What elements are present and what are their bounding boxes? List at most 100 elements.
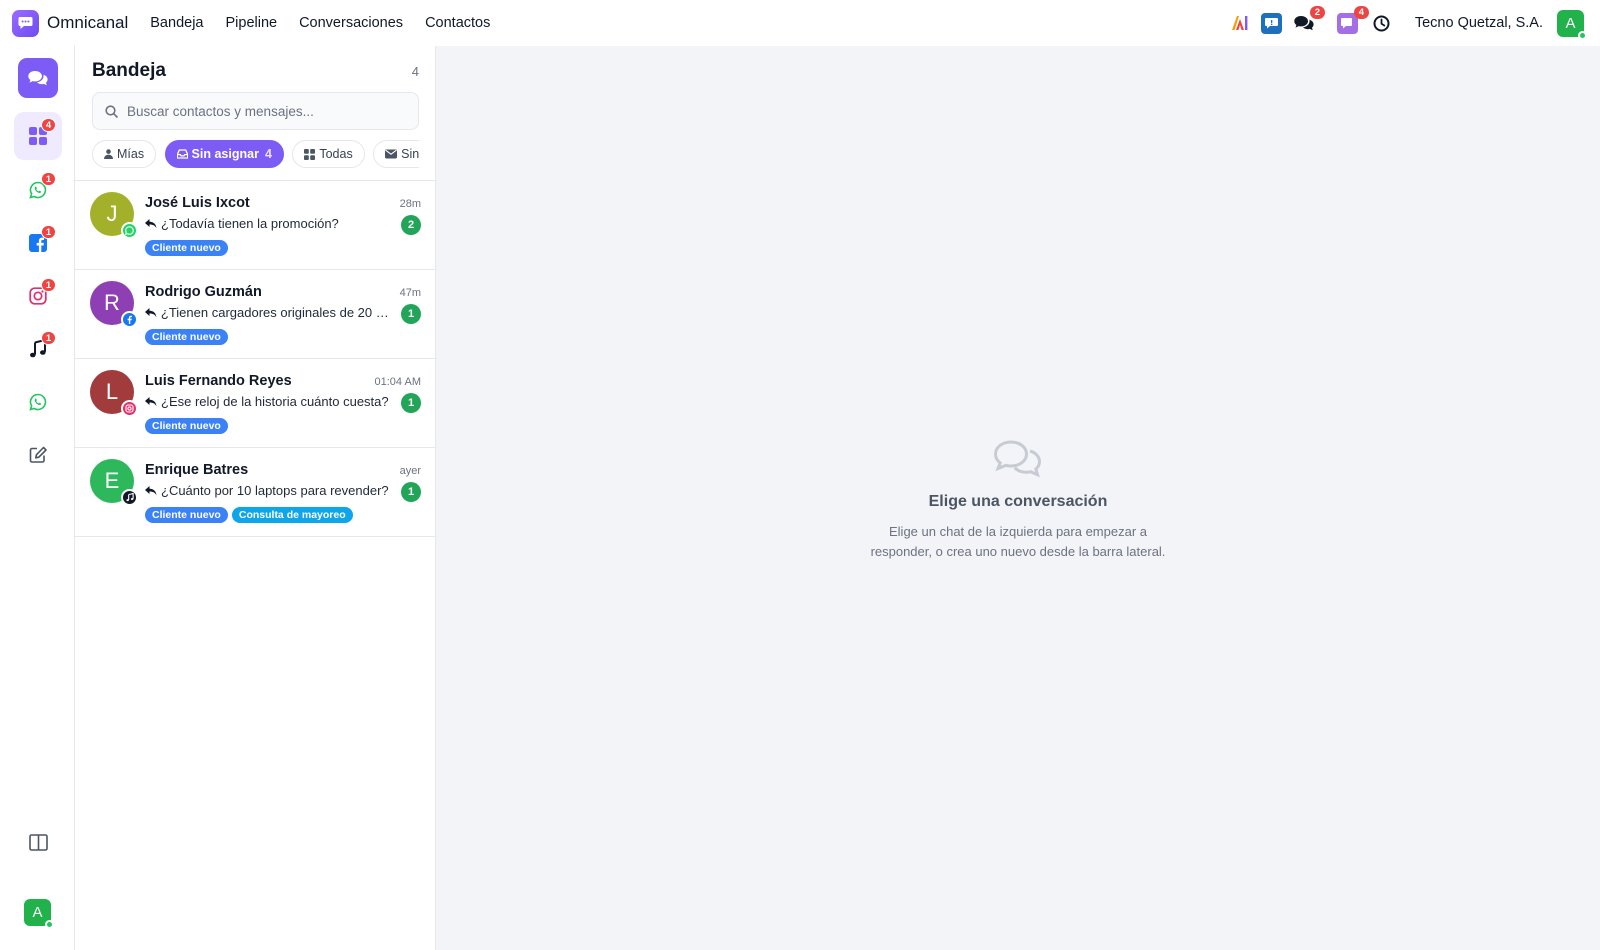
conversation-item[interactable]: J José Luis Ixcot 28m ¿Todavía tienen la… — [75, 181, 436, 270]
contact-name: Luis Fernando Reyes — [145, 373, 292, 389]
rail-instagram-badge: 1 — [41, 278, 56, 292]
search-icon — [105, 104, 118, 118]
ai-icon[interactable] — [1229, 12, 1251, 34]
user-avatar-letter: A — [1565, 14, 1576, 32]
inbox-tray-icon — [176, 149, 188, 159]
contact-name: Enrique Batres — [145, 462, 249, 478]
contact-avatar: J — [90, 192, 138, 239]
unread-count: 1 — [401, 304, 421, 324]
last-message: ¿Tienen cargadores originales de 20 W? — [145, 305, 393, 320]
tag-list: Cliente nuevo Consulta de mayoreo — [145, 507, 357, 523]
contact-avatar: R — [90, 281, 138, 328]
unread-count: 2 — [401, 215, 421, 235]
compose-icon — [29, 446, 47, 463]
rail-tiktok-badge: 1 — [41, 331, 56, 345]
comments-badge: 2 — [1309, 6, 1325, 19]
last-message-text: ¿Tienen cargadores originales de 20 W? — [160, 305, 393, 320]
brand[interactable]: Omnicanal — [12, 9, 129, 37]
rail-whatsapp[interactable]: 1 — [14, 166, 62, 214]
rail-tiktok[interactable]: 1 — [14, 325, 62, 373]
search-input[interactable] — [127, 103, 407, 119]
filter-sin-leer[interactable]: Sin l — [373, 140, 419, 168]
assistant-icon[interactable]: 4 — [1337, 6, 1369, 34]
conversation-item[interactable]: L Luis Fernando Reyes 01:04 AM ¿Ese relo… — [75, 359, 436, 448]
nav-contactos[interactable]: Contactos — [425, 15, 490, 31]
avatar-initial: R — [104, 290, 120, 315]
contact-name: Rodrigo Guzmán — [145, 284, 262, 300]
comments-icon — [993, 440, 1042, 478]
inbox-title: Bandeja — [92, 60, 166, 81]
filter-sin-asignar[interactable]: Sin asignar 4 — [164, 140, 284, 168]
rail-facebook-badge: 1 — [41, 225, 56, 239]
filter-todas[interactable]: Todas — [292, 140, 365, 168]
last-message-text: ¿Cuánto por 10 laptops para revender? — [161, 483, 389, 498]
conversation-time: ayer — [399, 465, 421, 477]
rail-facebook[interactable]: 1 — [14, 219, 62, 267]
rail-inbox[interactable]: 4 — [14, 112, 62, 160]
unread-count: 1 — [401, 393, 421, 413]
tag-chip: Cliente nuevo — [145, 507, 228, 523]
rail-avatar-letter: A — [32, 904, 43, 921]
inbox-count: 4 — [411, 63, 419, 79]
last-message: ¿Cuánto por 10 laptops para revender? — [145, 483, 393, 498]
avatar-initial: E — [104, 468, 120, 493]
filter-label: Todas — [319, 147, 353, 161]
unread-count: 1 — [401, 482, 421, 502]
rail-chat-home[interactable] — [18, 58, 58, 98]
reply-icon — [145, 307, 157, 317]
conversation-item[interactable]: R Rodrigo Guzmán 47m ¿Tienen cargadores … — [75, 270, 436, 359]
rail-layout-toggle[interactable] — [14, 818, 62, 866]
rail-compose[interactable] — [14, 431, 62, 479]
last-message-text: ¿Ese reloj de la historia cuánto cuesta? — [161, 394, 389, 409]
user-avatar[interactable]: A — [1557, 9, 1587, 40]
filter-mias[interactable]: Mías — [92, 140, 157, 168]
history-clock-icon[interactable] — [1371, 12, 1393, 34]
instagram-badge-icon — [121, 400, 138, 417]
conversation-time: 47m — [399, 287, 421, 299]
online-status-dot — [1578, 30, 1587, 40]
envelope-icon — [385, 149, 398, 159]
reply-icon — [145, 218, 157, 228]
online-status-dot — [45, 920, 54, 929]
avatar-initial: L — [105, 379, 119, 404]
company-name[interactable]: Tecno Quetzal, S.A. — [1415, 15, 1543, 31]
reply-icon — [145, 396, 157, 406]
rail-whatsapp-2[interactable] — [14, 378, 62, 426]
empty-state-line: responder, o crea uno nuevo desde la bar… — [870, 544, 1166, 559]
last-message: ¿Ese reloj de la historia cuánto cuesta? — [145, 394, 393, 409]
inbox-panel: Bandeja 4 Mías Sin asignar 4 Todas Sin l… — [75, 46, 436, 950]
support-chat-icon[interactable] — [1261, 12, 1283, 34]
app-name: Omnicanal — [47, 13, 129, 32]
rail-instagram[interactable]: 1 — [14, 272, 62, 320]
comments-icon — [28, 70, 48, 85]
filter-chips: Mías Sin asignar 4 Todas Sin l — [92, 140, 419, 170]
chat-logo-icon — [12, 9, 39, 37]
tag-list: Cliente nuevo — [145, 329, 232, 345]
last-message: ¿Todavía tienen la promoción? — [145, 216, 393, 231]
rail-inbox-badge: 4 — [41, 118, 56, 132]
filter-label: Sin l — [401, 147, 419, 161]
left-rail: 4 1 1 1 1 A — [0, 46, 75, 950]
main-nav: Bandeja Pipeline Conversaciones Contacto… — [150, 15, 512, 31]
tag-chip: Consulta de mayoreo — [231, 507, 353, 523]
columns-icon — [28, 833, 48, 851]
conversation-time: 01:04 AM — [374, 376, 421, 388]
top-actions: 2 4 Tecno Quetzal, S.A. A — [1219, 0, 1600, 46]
comments-icon[interactable]: 2 — [1293, 6, 1325, 34]
last-message-text: ¿Todavía tienen la promoción? — [161, 216, 339, 231]
top-navbar: Omnicanal Bandeja Pipeline Conversacione… — [0, 0, 1600, 46]
conversation-time: 28m — [399, 198, 421, 210]
rail-user-avatar[interactable]: A — [24, 899, 54, 929]
conversation-item[interactable]: E Enrique Batres ayer ¿Cuánto por 10 lap… — [75, 448, 436, 537]
contact-name: José Luis Ixcot — [145, 195, 250, 211]
user-icon — [104, 149, 113, 159]
tag-chip: Cliente nuevo — [145, 329, 228, 345]
nav-bandeja[interactable]: Bandeja — [150, 15, 203, 31]
tag-list: Cliente nuevo — [145, 240, 232, 256]
filter-count: 4 — [264, 147, 272, 161]
empty-state-description: Elige un chat de la izquierda para empez… — [436, 522, 1600, 562]
nav-pipeline[interactable]: Pipeline — [225, 15, 277, 31]
empty-state-line: Elige un chat de la izquierda para empez… — [889, 524, 1147, 539]
tiktok-badge-icon — [121, 489, 138, 506]
nav-conversaciones[interactable]: Conversaciones — [299, 15, 403, 31]
